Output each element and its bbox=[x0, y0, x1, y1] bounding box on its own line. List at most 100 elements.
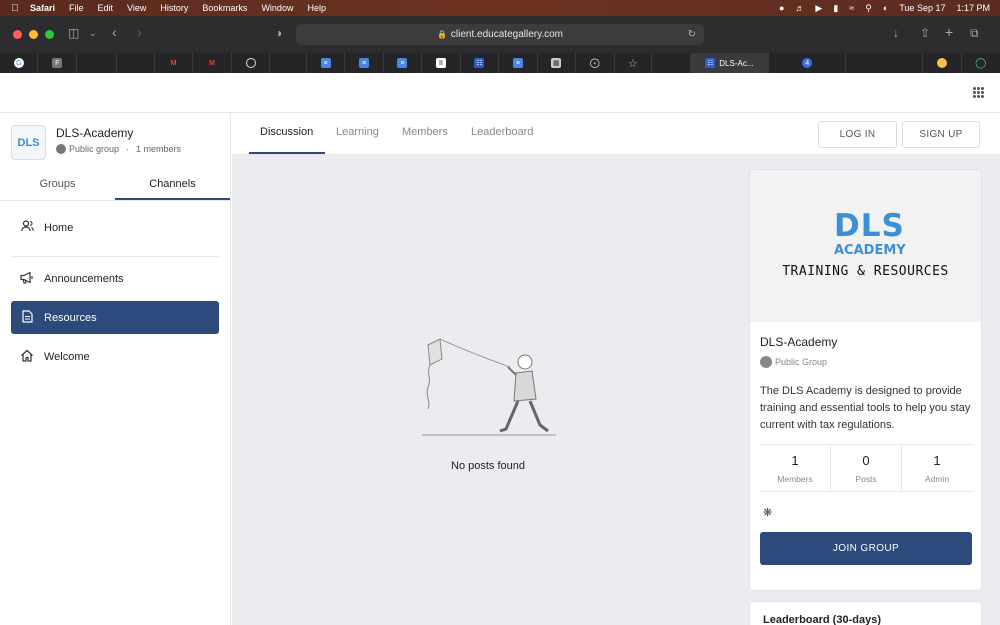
tab-badge: 4 bbox=[802, 58, 813, 68]
tab-blank-2[interactable] bbox=[652, 53, 691, 73]
tab-channels[interactable]: Channels bbox=[115, 171, 230, 200]
tab-blank-1[interactable] bbox=[270, 53, 307, 73]
tab-docs-4[interactable]: ≡ bbox=[499, 53, 538, 73]
group-logo[interactable]: DLS bbox=[11, 125, 46, 160]
pause-icon: II bbox=[435, 58, 446, 68]
sidebar-item-resources[interactable]: Resources bbox=[11, 301, 219, 334]
google-docs-icon: ≡ bbox=[320, 58, 331, 68]
google-docs-icon: ≡ bbox=[397, 58, 408, 68]
stat-label: Members bbox=[777, 474, 813, 484]
control-center-icon[interactable]: ◐ bbox=[883, 3, 888, 13]
tab-learning[interactable]: Learning bbox=[336, 126, 379, 138]
privacy-shield-icon[interactable]: ◑ bbox=[275, 26, 282, 40]
tab-google[interactable]: G bbox=[0, 53, 39, 73]
battery-icon[interactable]: ▮ bbox=[833, 3, 838, 14]
menu-window[interactable]: Window bbox=[261, 3, 293, 13]
menu-file[interactable]: File bbox=[69, 3, 84, 13]
spotlight-search-icon[interactable]: ⚲ bbox=[865, 3, 872, 14]
address-bar[interactable]: 🔒 client.educategallery.com ↻ bbox=[296, 24, 704, 45]
active-tab-title: DLS-Ac... bbox=[719, 58, 754, 68]
tab-docs-2[interactable]: ≡ bbox=[345, 53, 384, 73]
sidebar-item-label: Announcements bbox=[44, 272, 124, 285]
menu-time[interactable]: 1:17 PM bbox=[956, 3, 990, 13]
card-visibility-label: Public Group bbox=[775, 357, 828, 367]
group-meta: Public group · 1 members bbox=[56, 144, 181, 154]
tab-bookmark[interactable]: ☆ bbox=[615, 53, 653, 73]
zoom-window-button[interactable] bbox=[45, 30, 54, 39]
group-info-card: DLS ACADEMY TRAINING & RESOURCES DLS-Aca… bbox=[749, 169, 982, 591]
login-button[interactable]: LOG IN bbox=[818, 121, 897, 148]
tab-compass[interactable]: ⨀ bbox=[576, 53, 615, 73]
chevron-down-icon[interactable]: ⌄ bbox=[89, 28, 97, 39]
volume-icon[interactable]: ♬ bbox=[795, 3, 804, 13]
tab-pinned-3[interactable] bbox=[77, 53, 118, 73]
compass-icon: ⨀ bbox=[589, 57, 600, 69]
menu-edit[interactable]: Edit bbox=[98, 3, 114, 13]
apple-menu-icon[interactable]:  bbox=[0, 3, 30, 14]
gmail-icon: M bbox=[209, 59, 215, 67]
creative-cloud-icon[interactable]: ● bbox=[779, 3, 784, 13]
menu-date[interactable]: Tue Sep 17 bbox=[899, 3, 945, 13]
signup-button[interactable]: SIGN UP bbox=[902, 121, 980, 148]
new-tab-icon[interactable]: + bbox=[945, 24, 953, 40]
tab-docs-1[interactable]: ≡ bbox=[307, 53, 346, 73]
google-docs-icon: ≡ bbox=[512, 58, 523, 68]
sidebar-item-home[interactable]: Home bbox=[11, 211, 219, 244]
tab-overview-icon[interactable]: ⧉ bbox=[970, 26, 979, 41]
tab-blue-app[interactable]: ☷ bbox=[461, 53, 500, 73]
menu-bookmarks[interactable]: Bookmarks bbox=[202, 3, 247, 13]
apps-grid-icon[interactable] bbox=[973, 87, 984, 98]
macos-menu-bar:  Safari File Edit View History Bookmark… bbox=[0, 0, 1000, 16]
generic-site-icon: F bbox=[52, 58, 63, 68]
tab-extension[interactable] bbox=[923, 53, 962, 73]
share-icon[interactable]: ⇧ bbox=[920, 26, 930, 40]
sidebar-item-announcements[interactable]: Announcements bbox=[11, 262, 219, 295]
app-icon: ☷ bbox=[474, 58, 485, 68]
browser-toolbar: ◫ ⌄ ‹ › ◑ 🔒 client.educategallery.com ↻ … bbox=[0, 16, 1000, 53]
stat-members: 1 Members bbox=[760, 445, 831, 491]
reload-icon[interactable]: ↻ bbox=[688, 29, 696, 40]
banner-logo-text: DLS bbox=[834, 208, 905, 244]
join-group-button[interactable]: JOIN GROUP bbox=[760, 532, 972, 565]
tab-green[interactable]: ◯ bbox=[962, 53, 1000, 73]
stat-value: 1 bbox=[933, 453, 941, 468]
tab-dls-academy[interactable]: ☷ DLS-Ac... bbox=[690, 53, 770, 73]
close-window-button[interactable] bbox=[13, 30, 22, 39]
tab-gmail-1[interactable]: M bbox=[155, 53, 194, 73]
play-icon[interactable]: ▶ bbox=[815, 3, 822, 14]
tab-pause[interactable]: II bbox=[422, 53, 461, 73]
minimize-window-button[interactable] bbox=[29, 30, 38, 39]
back-icon[interactable]: ‹ bbox=[112, 24, 117, 40]
group-name: DLS-Academy bbox=[56, 126, 134, 140]
tab-gmail-2[interactable]: M bbox=[193, 53, 232, 73]
tab-pinned-4[interactable] bbox=[117, 53, 155, 73]
tab-blank-3[interactable] bbox=[846, 53, 924, 73]
menu-app-name[interactable]: Safari bbox=[30, 3, 55, 13]
tab-docs-3[interactable]: ≡ bbox=[384, 53, 423, 73]
tab-numbered[interactable]: 4 bbox=[769, 53, 847, 73]
tab-pinned-2[interactable]: F bbox=[38, 53, 77, 73]
users-icon bbox=[20, 220, 34, 235]
tab-discussion[interactable]: Discussion bbox=[260, 126, 313, 138]
tab-chatgpt[interactable] bbox=[232, 53, 271, 73]
menu-view[interactable]: View bbox=[127, 3, 146, 13]
forward-icon[interactable]: › bbox=[137, 24, 142, 40]
lock-icon: 🔒 bbox=[436, 30, 447, 39]
tab-leaderboard[interactable]: Leaderboard bbox=[471, 126, 533, 138]
tab-members[interactable]: Members bbox=[402, 126, 448, 138]
stat-value: 1 bbox=[791, 453, 799, 468]
downloads-icon[interactable]: ↓ bbox=[893, 26, 899, 40]
group-header: DLS DLS-Academy Public group · 1 members bbox=[11, 125, 181, 160]
sidebar-item-welcome[interactable]: Welcome bbox=[11, 340, 219, 373]
wifi-icon[interactable]: ≈ bbox=[849, 3, 854, 13]
menu-help[interactable]: Help bbox=[307, 3, 326, 13]
menu-history[interactable]: History bbox=[160, 3, 188, 13]
loading-spinner-icon: ❋ bbox=[763, 507, 773, 519]
empty-state-message: No posts found bbox=[451, 460, 525, 472]
tab-groups[interactable]: Groups bbox=[0, 171, 115, 200]
group-members-count: 1 members bbox=[136, 144, 182, 154]
tab-qr[interactable]: ▦ bbox=[538, 53, 577, 73]
site-header bbox=[0, 73, 1000, 113]
sidebar-toggle-icon[interactable]: ◫ bbox=[68, 26, 79, 40]
banner-tagline: TRAINING & RESOURCES bbox=[782, 264, 949, 279]
